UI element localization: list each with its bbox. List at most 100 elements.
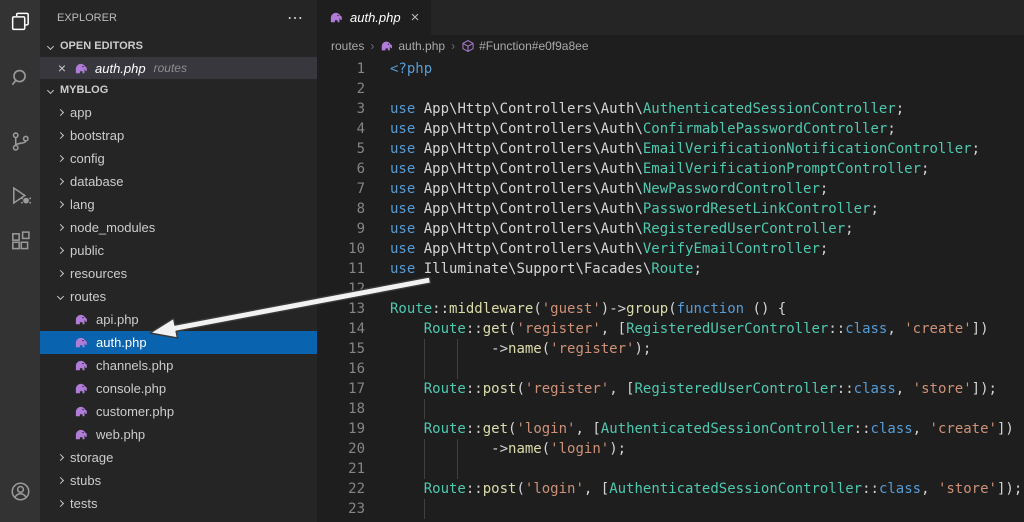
tab-close-icon[interactable]: × xyxy=(411,9,420,26)
tree-item-routes[interactable]: routes xyxy=(40,285,317,308)
tree-item-label: channels.php xyxy=(96,358,174,373)
tree-item-label: tests xyxy=(70,496,98,511)
breadcrumbs: routes › auth.php › #Function#e0f9a8ee xyxy=(317,35,1024,57)
code-line-12[interactable]: 12 xyxy=(317,279,1024,299)
line-number: 13 xyxy=(348,301,365,317)
tree-item-label: public xyxy=(70,243,104,258)
code-line-17[interactable]: 17 Route::post('register', [RegisteredUs… xyxy=(317,379,1024,399)
code-line-text xyxy=(390,279,1024,299)
code-line-8[interactable]: 8 use App\Http\Controllers\Auth\PasswordR… xyxy=(317,199,1024,219)
indent-guide xyxy=(423,359,425,379)
open-editors-header[interactable]: OPEN EDITORS xyxy=(40,35,317,57)
chevron-right-icon xyxy=(56,499,65,508)
code-line-23[interactable]: 23 xyxy=(317,499,1024,519)
tree-item-resources[interactable]: resources xyxy=(40,262,317,285)
code-line-13[interactable]: 13 Route::middleware('guest')->group(func… xyxy=(317,299,1024,319)
tree-item-customer.php[interactable]: customer.php xyxy=(40,400,317,423)
code-line-text: use App\Http\Controllers\Auth\PasswordRe… xyxy=(390,201,879,217)
sidebar-header: EXPLORER ⋯ xyxy=(40,0,317,35)
code-line-18[interactable]: 18 xyxy=(317,399,1024,419)
line-number: 5 xyxy=(356,141,365,157)
tree-item-config[interactable]: config xyxy=(40,147,317,170)
tree-item-auth.php[interactable]: auth.php xyxy=(40,331,317,354)
chevron-right-icon xyxy=(56,154,65,163)
code-line-15[interactable]: 15 ->name('register'); xyxy=(317,339,1024,359)
tree-item-label: config xyxy=(70,151,105,166)
tree-item-storage[interactable]: storage xyxy=(40,446,317,469)
extensions-icon[interactable] xyxy=(0,224,40,258)
code-line-19[interactable]: 19 Route::get('login', [AuthenticatedSes… xyxy=(317,419,1024,439)
code-editor[interactable]: 1 <?php 2 3 use App\Http\Controllers\Auth\Au… xyxy=(317,57,1024,522)
vscode-window: EXPLORER ⋯ OPEN EDITORS × auth.php route… xyxy=(0,0,1024,522)
code-line-11[interactable]: 11 use Illuminate\Support\Facades\Route; xyxy=(317,259,1024,279)
code-line-22[interactable]: 22 Route::post('login', [AuthenticatedSe… xyxy=(317,479,1024,499)
tree-item-bootstrap[interactable]: bootstrap xyxy=(40,124,317,147)
tree-item-label: app xyxy=(70,105,92,120)
php-file-icon xyxy=(74,358,89,373)
tree-item-database[interactable]: database xyxy=(40,170,317,193)
chevron-down-icon xyxy=(46,42,55,50)
indent-guide xyxy=(423,499,425,519)
tree-item-api.php[interactable]: api.php xyxy=(40,308,317,331)
source-control-icon[interactable] xyxy=(0,124,40,158)
tree-item-app[interactable]: app xyxy=(40,101,317,124)
code-line-21[interactable]: 21 xyxy=(317,459,1024,479)
tree-item-lang[interactable]: lang xyxy=(40,193,317,216)
tree-item-label: database xyxy=(70,174,124,189)
code-line-text: use App\Http\Controllers\Auth\EmailVerif… xyxy=(390,141,981,157)
workspace-header[interactable]: MYBLOG xyxy=(40,79,317,101)
open-editor-item-auth-php[interactable]: × auth.php routes xyxy=(40,57,317,79)
tree-item-label: stubs xyxy=(70,473,102,488)
chevron-right-icon xyxy=(56,453,65,462)
code-line-1[interactable]: 1 <?php xyxy=(317,59,1024,79)
open-editors-label: OPEN EDITORS xyxy=(60,40,143,52)
code-line-text xyxy=(390,79,1024,99)
tree-item-tests[interactable]: tests xyxy=(40,492,317,515)
tree-item-stubs[interactable]: stubs xyxy=(40,469,317,492)
tab-auth-php[interactable]: auth.php × xyxy=(317,0,432,35)
tree-item-label: auth.php xyxy=(96,335,147,350)
code-line-5[interactable]: 5 use App\Http\Controllers\Auth\EmailVeri… xyxy=(317,139,1024,159)
run-debug-icon[interactable] xyxy=(0,178,40,212)
php-file-icon xyxy=(74,335,89,350)
php-file-icon xyxy=(74,404,89,419)
code-line-3[interactable]: 3 use App\Http\Controllers\Auth\Authentic… xyxy=(317,99,1024,119)
code-line-text: Route::middleware('guest')->group(functi… xyxy=(390,301,787,317)
tree-item-web.php[interactable]: web.php xyxy=(40,423,317,446)
code-line-6[interactable]: 6 use App\Http\Controllers\Auth\EmailVeri… xyxy=(317,159,1024,179)
breadcrumb-item-3[interactable]: #Function#e0f9a8ee xyxy=(461,39,589,53)
close-editor-icon[interactable]: × xyxy=(54,60,70,76)
code-line-16[interactable]: 16 xyxy=(317,359,1024,379)
tree-item-console.php[interactable]: console.php xyxy=(40,377,317,400)
account-icon[interactable] xyxy=(0,474,40,508)
code-line-10[interactable]: 10 use App\Http\Controllers\Auth\VerifyEm… xyxy=(317,239,1024,259)
line-number: 6 xyxy=(356,161,365,177)
line-number: 23 xyxy=(348,501,365,517)
editor-group: auth.php × routes › auth.php › #Function#e0f… xyxy=(317,0,1024,522)
code-line-text: ->name('login'); xyxy=(390,439,627,459)
code-line-20[interactable]: 20 ->name('login'); xyxy=(317,439,1024,459)
code-line-4[interactable]: 4 use App\Http\Controllers\Auth\Confirmab… xyxy=(317,119,1024,139)
code-line-9[interactable]: 9 use App\Http\Controllers\Auth\Registere… xyxy=(317,219,1024,239)
tree-item-node_modules[interactable]: node_modules xyxy=(40,216,317,239)
tree-item-label: bootstrap xyxy=(70,128,125,143)
code-line-text: use App\Http\Controllers\Auth\EmailVerif… xyxy=(390,161,930,177)
explorer-icon[interactable] xyxy=(0,4,40,38)
code-line-text: use App\Http\Controllers\Auth\Registered… xyxy=(390,221,854,237)
breadcrumb-item-2[interactable]: auth.php xyxy=(380,39,445,53)
line-number: 18 xyxy=(348,401,365,417)
chevron-down-icon xyxy=(46,86,55,94)
more-actions-icon[interactable]: ⋯ xyxy=(287,8,303,28)
tree-item-public[interactable]: public xyxy=(40,239,317,262)
tree-item-label: customer.php xyxy=(96,404,175,419)
tab-label: auth.php xyxy=(350,10,401,25)
code-line-7[interactable]: 7 use App\Http\Controllers\Auth\NewPasswo… xyxy=(317,179,1024,199)
breadcrumb-item-1[interactable]: routes xyxy=(331,39,364,53)
file-tree: app bootstrap config database lang node_modul… xyxy=(40,101,317,515)
line-number: 15 xyxy=(348,341,365,357)
tree-item-channels.php[interactable]: channels.php xyxy=(40,354,317,377)
search-icon[interactable] xyxy=(0,60,40,94)
code-line-2[interactable]: 2 xyxy=(317,79,1024,99)
line-number: 3 xyxy=(356,101,365,117)
code-line-14[interactable]: 14 Route::get('register', [RegisteredUse… xyxy=(317,319,1024,339)
